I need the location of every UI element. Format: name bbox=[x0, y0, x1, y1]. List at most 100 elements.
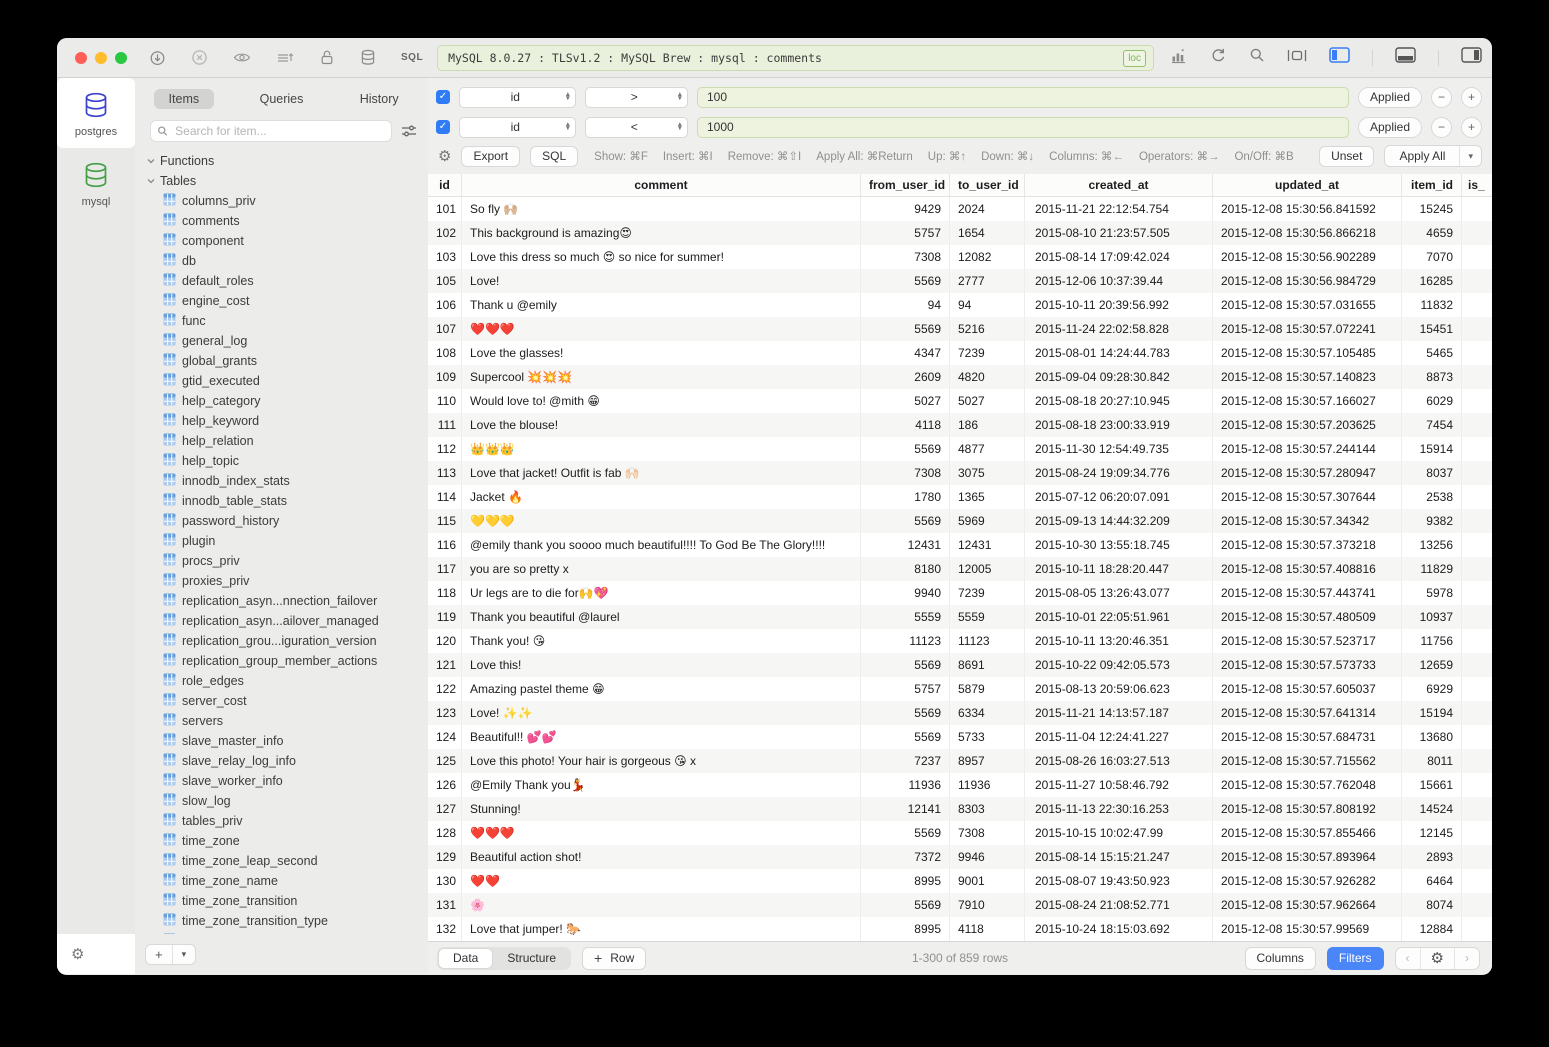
filter-operator-select[interactable]: >▲▼ bbox=[585, 87, 688, 108]
cell-item_id[interactable]: 8873 bbox=[1402, 365, 1462, 389]
cell-id[interactable]: 120 bbox=[428, 629, 462, 653]
cell-from_user_id[interactable]: 5559 bbox=[861, 605, 950, 629]
cell-from_user_id[interactable]: 5757 bbox=[861, 677, 950, 701]
filter-value-input[interactable] bbox=[697, 87, 1349, 108]
cell-updated_at[interactable]: 2015-12-08 15:30:57.307644 bbox=[1213, 485, 1402, 509]
sidebar-table-item[interactable]: component bbox=[147, 231, 428, 251]
table-row[interactable]: 117you are so pretty x8180120052015-10-1… bbox=[428, 557, 1492, 581]
cell-created_at[interactable]: 2015-10-11 18:28:20.447 bbox=[1025, 557, 1213, 581]
table-row[interactable]: 115💛💛💛556959692015-09-13 14:44:32.209201… bbox=[428, 509, 1492, 533]
lock-icon[interactable] bbox=[319, 49, 335, 66]
cell-item_id[interactable]: 15194 bbox=[1402, 701, 1462, 725]
cell-is_[interactable] bbox=[1462, 581, 1492, 605]
sidebar-table-item[interactable]: replication_asyn...nnection_failover bbox=[147, 591, 428, 611]
cell-is_[interactable] bbox=[1462, 461, 1492, 485]
cell-is_[interactable] bbox=[1462, 437, 1492, 461]
cell-updated_at[interactable]: 2015-12-08 15:30:57.715562 bbox=[1213, 749, 1402, 773]
table-row[interactable]: 125Love this photo! Your hair is gorgeou… bbox=[428, 749, 1492, 773]
cell-to_user_id[interactable]: 3075 bbox=[950, 461, 1025, 485]
column-header-item_id[interactable]: item_id bbox=[1402, 174, 1462, 196]
fit-width-icon[interactable] bbox=[1287, 48, 1307, 68]
cell-from_user_id[interactable]: 4347 bbox=[861, 341, 950, 365]
cell-updated_at[interactable]: 2015-12-08 15:30:57.684731 bbox=[1213, 725, 1402, 749]
cell-from_user_id[interactable]: 9429 bbox=[861, 197, 950, 221]
cell-created_at[interactable]: 2015-10-24 18:15:03.692 bbox=[1025, 917, 1213, 941]
table-row[interactable]: 127Stunning!1214183032015-11-13 22:30:16… bbox=[428, 797, 1492, 821]
cell-id[interactable]: 103 bbox=[428, 245, 462, 269]
cell-updated_at[interactable]: 2015-12-08 15:30:57.893964 bbox=[1213, 845, 1402, 869]
cell-comment[interactable]: Jacket 🔥 bbox=[462, 485, 861, 509]
cell-id[interactable]: 108 bbox=[428, 341, 462, 365]
sidebar-table-item[interactable]: server_cost bbox=[147, 691, 428, 711]
cell-created_at[interactable]: 2015-10-11 20:39:56.992 bbox=[1025, 293, 1213, 317]
cell-id[interactable]: 114 bbox=[428, 485, 462, 509]
cell-from_user_id[interactable]: 8995 bbox=[861, 869, 950, 893]
disconnect-icon[interactable] bbox=[191, 49, 208, 66]
cell-to_user_id[interactable]: 4877 bbox=[950, 437, 1025, 461]
sidebar-table-item[interactable]: slow_log bbox=[147, 791, 428, 811]
cell-id[interactable]: 124 bbox=[428, 725, 462, 749]
sidebar-table-item[interactable]: replication_asyn...ailover_managed bbox=[147, 611, 428, 631]
cell-from_user_id[interactable]: 8995 bbox=[861, 917, 950, 941]
table-row[interactable]: 111Love the blouse!41181862015-08-18 23:… bbox=[428, 413, 1492, 437]
table-row[interactable]: 108Love the glasses!434772392015-08-01 1… bbox=[428, 341, 1492, 365]
cell-id[interactable]: 112 bbox=[428, 437, 462, 461]
filter-column-select[interactable]: id▲▼ bbox=[459, 117, 576, 138]
sidebar-table-item[interactable]: replication_group_member_actions bbox=[147, 651, 428, 671]
cell-updated_at[interactable]: 2015-12-08 15:30:57.244144 bbox=[1213, 437, 1402, 461]
sidebar-table-item[interactable]: help_topic bbox=[147, 451, 428, 471]
cell-updated_at[interactable]: 2015-12-08 15:30:56.841592 bbox=[1213, 197, 1402, 221]
cell-id[interactable]: 106 bbox=[428, 293, 462, 317]
cell-from_user_id[interactable]: 5569 bbox=[861, 725, 950, 749]
cell-id[interactable]: 111 bbox=[428, 413, 462, 437]
filter-tune-icon[interactable] bbox=[401, 124, 417, 138]
cell-updated_at[interactable]: 2015-12-08 15:30:56.984729 bbox=[1213, 269, 1402, 293]
cell-updated_at[interactable]: 2015-12-08 15:30:57.280947 bbox=[1213, 461, 1402, 485]
cell-to_user_id[interactable]: 8957 bbox=[950, 749, 1025, 773]
remove-filter-button[interactable]: − bbox=[1431, 87, 1452, 108]
cell-from_user_id[interactable]: 12141 bbox=[861, 797, 950, 821]
column-header-id[interactable]: id bbox=[428, 174, 462, 196]
search-icon[interactable] bbox=[1249, 47, 1265, 68]
cell-is_[interactable] bbox=[1462, 221, 1492, 245]
cell-item_id[interactable]: 13680 bbox=[1402, 725, 1462, 749]
table-row[interactable]: 124Beautiful!! 💕💕556957332015-11-04 12:2… bbox=[428, 725, 1492, 749]
cell-to_user_id[interactable]: 7910 bbox=[950, 893, 1025, 917]
cell-comment[interactable]: This background is amazing😍 bbox=[462, 221, 861, 245]
cell-item_id[interactable]: 5978 bbox=[1402, 581, 1462, 605]
cell-id[interactable]: 115 bbox=[428, 509, 462, 533]
cell-comment[interactable]: Amazing pastel theme 😁 bbox=[462, 677, 861, 701]
cell-id[interactable]: 127 bbox=[428, 797, 462, 821]
table-row[interactable]: 101So fly 🙌🏼942920242015-11-21 22:12:54.… bbox=[428, 197, 1492, 221]
cell-to_user_id[interactable]: 5559 bbox=[950, 605, 1025, 629]
cell-is_[interactable] bbox=[1462, 869, 1492, 893]
table-row[interactable]: 110Would love to! @mith 😁502750272015-08… bbox=[428, 389, 1492, 413]
cell-item_id[interactable]: 16285 bbox=[1402, 269, 1462, 293]
cell-comment[interactable]: Stunning! bbox=[462, 797, 861, 821]
table-row[interactable]: 132Love that jumper! 🐎899541182015-10-24… bbox=[428, 917, 1492, 941]
cell-item_id[interactable]: 6464 bbox=[1402, 869, 1462, 893]
sidebar-table-item[interactable]: innodb_index_stats bbox=[147, 471, 428, 491]
cell-updated_at[interactable]: 2015-12-08 15:30:56.902289 bbox=[1213, 245, 1402, 269]
cell-id[interactable]: 119 bbox=[428, 605, 462, 629]
sidebar-table-item[interactable]: comments bbox=[147, 211, 428, 231]
cell-comment[interactable]: 👑👑👑 bbox=[462, 437, 861, 461]
cell-updated_at[interactable]: 2015-12-08 15:30:57.203625 bbox=[1213, 413, 1402, 437]
close-button[interactable] bbox=[75, 52, 87, 64]
cell-created_at[interactable]: 2015-10-15 10:02:47.99 bbox=[1025, 821, 1213, 845]
cell-created_at[interactable]: 2015-08-14 15:15:21.247 bbox=[1025, 845, 1213, 869]
cell-created_at[interactable]: 2015-08-18 23:00:33.919 bbox=[1025, 413, 1213, 437]
cell-updated_at[interactable]: 2015-12-08 15:30:57.99569 bbox=[1213, 917, 1402, 941]
cell-item_id[interactable]: 6029 bbox=[1402, 389, 1462, 413]
cell-item_id[interactable]: 6929 bbox=[1402, 677, 1462, 701]
cell-updated_at[interactable]: 2015-12-08 15:30:57.573733 bbox=[1213, 653, 1402, 677]
columns-button[interactable]: Columns bbox=[1245, 947, 1316, 970]
cell-item_id[interactable]: 9382 bbox=[1402, 509, 1462, 533]
cell-id[interactable]: 118 bbox=[428, 581, 462, 605]
table-row[interactable]: 109Supercool 💥💥💥260948202015-09-04 09:28… bbox=[428, 365, 1492, 389]
cell-item_id[interactable]: 8074 bbox=[1402, 893, 1462, 917]
table-row[interactable]: 129Beautiful action shot!737299462015-08… bbox=[428, 845, 1492, 869]
sidebar-table-item[interactable]: default_roles bbox=[147, 271, 428, 291]
cell-from_user_id[interactable]: 8180 bbox=[861, 557, 950, 581]
sidebar-table-item[interactable]: help_keyword bbox=[147, 411, 428, 431]
